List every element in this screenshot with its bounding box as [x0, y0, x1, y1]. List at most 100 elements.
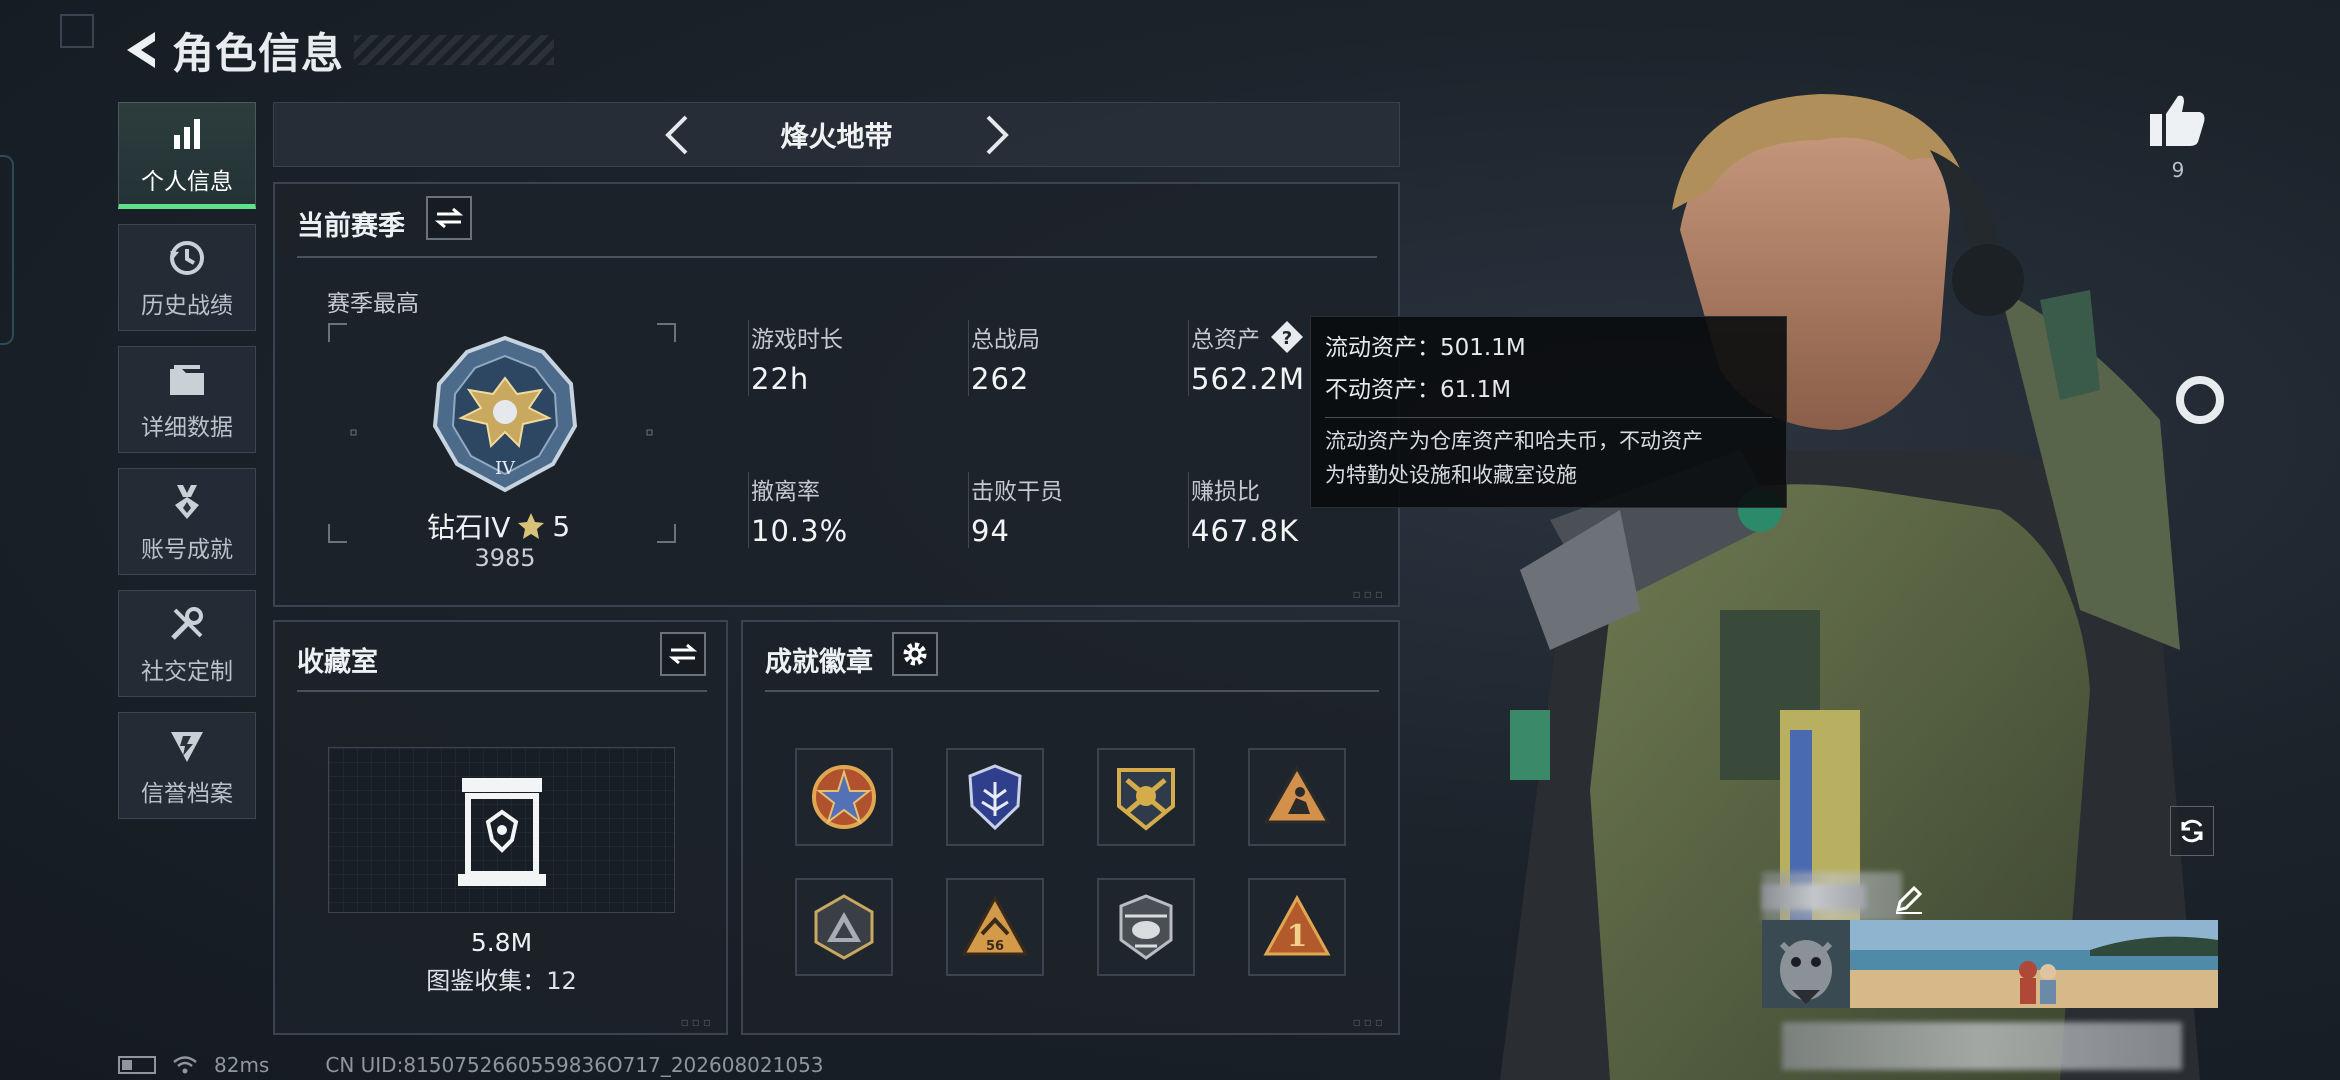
badge-slot-5[interactable] [795, 878, 893, 976]
nav-label: 账号成就 [141, 536, 233, 563]
collection-divider [297, 690, 707, 692]
helicopter-badge-icon [1119, 894, 1173, 960]
mountain-hex-badge-icon [814, 894, 874, 960]
badge-slot-3[interactable] [1097, 748, 1195, 846]
rank-name-text: 钻石IV [427, 511, 511, 544]
badges-panel: 成就徽章 56 1 ▫▫▫ [741, 620, 1400, 1035]
medal-icon [165, 480, 209, 524]
panel-corner-decoration: ▫▫▫ [1352, 1015, 1386, 1029]
stat-value: 467.8K [1191, 514, 1300, 548]
svg-text:IV: IV [495, 458, 516, 479]
nav-item-achievements[interactable]: 账号成就 [118, 468, 256, 575]
edit-pencil-icon[interactable] [1892, 882, 1926, 916]
blurred-name-text [1762, 884, 1866, 910]
stat-label-text: 总资产 [1191, 327, 1260, 353]
namecard-banner [1850, 920, 2218, 1008]
ping-text: 82ms [214, 1053, 270, 1077]
back-button[interactable] [118, 20, 164, 80]
left-edge-tab[interactable] [0, 155, 14, 345]
stat-label: 撤离率 [751, 479, 820, 505]
panel-corner-decoration: ▫▫▫ [1352, 587, 1386, 601]
stat-label: 击败干员 [971, 479, 1063, 505]
chevron-left-icon [664, 115, 687, 154]
side-nav: 个人信息 历史战绩 详细数据 账号成就 社交定制 信誉档案 [118, 102, 256, 834]
help-question-icon[interactable]: ? [1270, 320, 1304, 354]
avatar[interactable] [1762, 920, 1850, 1008]
badge-slot-4[interactable] [1248, 748, 1346, 846]
nav-item-history[interactable]: 历史战绩 [118, 224, 256, 331]
diamond-rank-medal-icon: IV [432, 335, 578, 493]
tooltip-divider [1325, 417, 1772, 418]
collection-value: 5.8M [470, 928, 533, 957]
player-namecard[interactable] [1762, 872, 2220, 1080]
tooltip-desc-line-2: 为特勤处设施和收藏室设施 [1325, 463, 1577, 487]
nav-item-reputation[interactable]: 信誉档案 [118, 712, 256, 819]
stat-operators-defeated: 击败干员 94 [968, 472, 1168, 548]
tooltip-liquid-assets: 流动资产：501.1M [1325, 335, 1526, 361]
thumbs-up-icon[interactable] [2148, 92, 2206, 148]
nav-item-detailed-data[interactable]: 详细数据 [118, 346, 256, 453]
badge-slot-8[interactable]: 1 [1248, 878, 1346, 976]
stat-value: 22h [751, 362, 810, 396]
like-count: 9 [2171, 158, 2185, 182]
blurred-namecard-info [1782, 1022, 2182, 1070]
tooltip-desc-line-1: 流动资产为仓库资产和哈夫币，不动资产 [1325, 429, 1703, 453]
nav-label: 详细数据 [141, 414, 233, 441]
avatar-creature-icon [1779, 940, 1833, 1004]
badges-settings-button[interactable] [892, 632, 938, 676]
collection-title: 收藏室 [297, 647, 378, 678]
rank-stars: 5 [552, 509, 571, 543]
nav-label: 个人信息 [141, 168, 233, 195]
rotate-refresh-button[interactable] [2170, 806, 2214, 856]
svg-text:1: 1 [1287, 919, 1308, 954]
stat-value: 94 [971, 514, 1010, 548]
history-clock-icon [165, 236, 209, 280]
page-title: 角色信息 [172, 28, 345, 78]
crossed-guns-badge-icon [1117, 768, 1175, 831]
tooltip-fixed-assets: 不动资产：61.1M [1325, 377, 1512, 403]
collection-display-box[interactable] [328, 747, 675, 913]
mode-prev-button[interactable] [647, 105, 707, 165]
assets-tooltip: 流动资产：501.1M 不动资产：61.1M 流动资产为仓库资产和哈夫币，不动资… [1310, 316, 1787, 508]
mode-title: 烽火地带 [780, 119, 893, 153]
badge-slot-7[interactable] [1097, 878, 1195, 976]
badge-slot-6[interactable]: 56 [946, 878, 1044, 976]
page-header: 角色信息 [118, 20, 555, 80]
triangle-1-badge-icon: 1 [1263, 894, 1331, 956]
stat-value: 262 [971, 362, 1030, 396]
mode-next-button[interactable] [967, 105, 1027, 165]
panel-corner-decoration: ▫▫▫ [680, 1015, 714, 1029]
chevron-right-icon [986, 115, 1009, 154]
season-switch-button[interactable] [426, 196, 472, 240]
nav-label: 信誉档案 [141, 780, 233, 807]
season-divider [297, 256, 1377, 258]
beach-banner-image [1850, 920, 2218, 1008]
nav-item-social-custom[interactable]: 社交定制 [118, 590, 256, 697]
shield-wings-badge-icon [968, 764, 1022, 831]
nav-item-personal-info[interactable]: 个人信息 [118, 102, 256, 209]
svg-text:56: 56 [986, 939, 1004, 954]
badge-slot-2[interactable] [946, 748, 1044, 846]
season-best-label: 赛季最高 [327, 291, 419, 317]
svg-text:?: ? [1282, 328, 1292, 349]
corner-frame-decoration [60, 14, 94, 48]
stat-label: 游戏时长 [751, 327, 843, 353]
stat-play-time: 游戏时长 22h [748, 320, 948, 396]
ring-accessory-icon [2176, 376, 2224, 424]
rank-score: 3985 [474, 544, 536, 572]
badges-divider [765, 690, 1379, 692]
nav-label: 社交定制 [141, 658, 233, 685]
uid-text: CN UID:8150752660559836O717_202608021053 [325, 1053, 824, 1077]
triangle-figure-badge-icon [1263, 764, 1331, 824]
triangle-56-badge-icon: 56 [961, 894, 1029, 956]
stat-label: 总战局 [971, 327, 1040, 353]
refresh-icon [2181, 819, 2203, 843]
badge-slot-1[interactable] [795, 748, 893, 846]
nav-label: 历史战绩 [141, 292, 233, 319]
stat-value: 10.3% [751, 514, 849, 548]
stat-total-matches: 总战局 262 [968, 320, 1168, 396]
badges-title: 成就徽章 [765, 647, 873, 678]
collection-switch-button[interactable] [660, 632, 706, 676]
folder-icon [165, 358, 209, 402]
collection-cabinet-icon [458, 778, 546, 886]
